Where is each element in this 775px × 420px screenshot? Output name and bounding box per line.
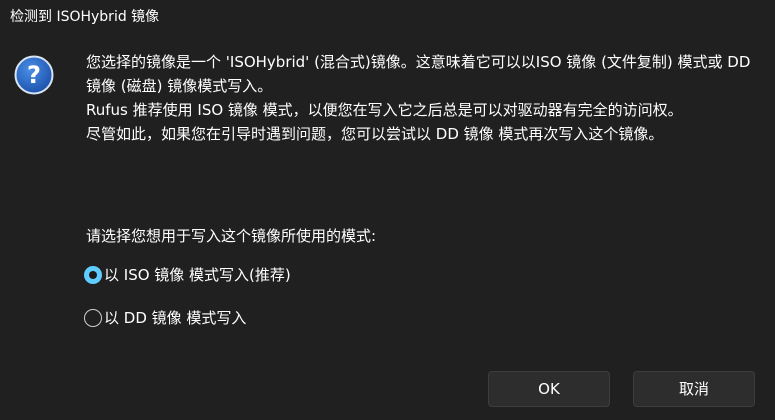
radio-unchecked-icon[interactable] (84, 309, 102, 327)
cancel-button[interactable]: 取消 (633, 371, 755, 407)
question-icon: ? (14, 55, 54, 95)
message-paragraph-2: Rufus 推荐使用 ISO 镜像 模式，以便您在写入它之后总是可以对驱动器有完… (86, 101, 683, 119)
message-paragraph-3: 尽管如此，如果您在引导时遇到问题，您可以尝试以 DD 镜像 模式再次写入这个镜像… (86, 125, 664, 143)
radio-iso-mode-label[interactable]: 以 ISO 镜像 模式写入(推荐) (104, 263, 291, 287)
radio-dd-mode-label[interactable]: 以 DD 镜像 模式写入 (104, 306, 246, 330)
window-title: 检测到 ISOHybrid 镜像 (10, 9, 160, 25)
ok-button[interactable]: OK (488, 371, 610, 407)
radio-checked-icon[interactable] (84, 266, 102, 284)
iso-hybrid-dialog: 检测到 ISOHybrid 镜像 ? 您选择的镜像是一个 'ISOHybrid'… (0, 0, 775, 420)
message-text: 您选择的镜像是一个 'ISOHybrid' (混合式)镜像。这意味着它可以以IS… (86, 50, 761, 146)
radio-iso-mode[interactable]: 以 ISO 镜像 模式写入(推荐) (84, 262, 291, 288)
svg-text:?: ? (27, 61, 41, 89)
message-paragraph-1: 您选择的镜像是一个 'ISOHybrid' (混合式)镜像。这意味着它可以以IS… (86, 53, 751, 95)
title-bar: 检测到 ISOHybrid 镜像 (0, 0, 775, 34)
mode-prompt: 请选择您想用于写入这个镜像所使用的模式: (86, 227, 377, 245)
radio-dd-mode[interactable]: 以 DD 镜像 模式写入 (84, 305, 246, 331)
